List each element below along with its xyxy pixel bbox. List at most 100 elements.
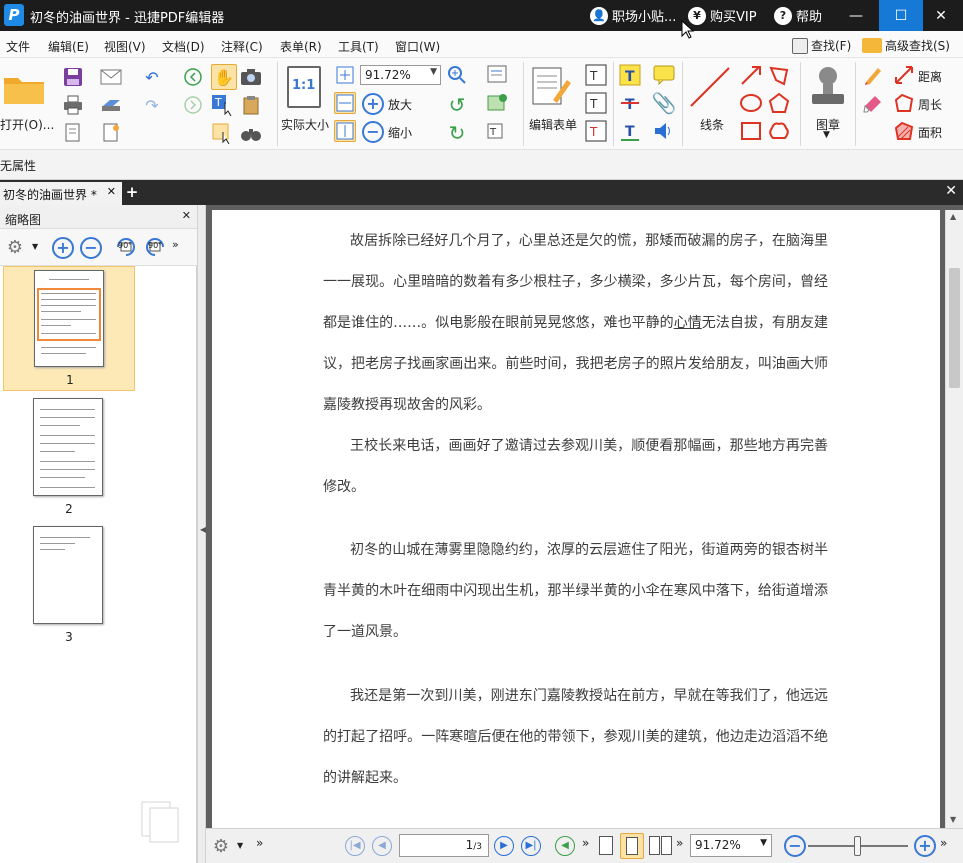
select-object-icon[interactable] (211, 122, 233, 144)
form-field-red-icon[interactable]: T (585, 120, 607, 142)
zoom-out-icon[interactable]: − (362, 121, 384, 143)
chevron-down-icon[interactable]: ▼ (237, 841, 243, 850)
zoom-select[interactable]: 91.72% ▼ (360, 65, 441, 85)
minimize-button[interactable]: — (834, 0, 878, 31)
zoom-out-icon[interactable]: − (784, 835, 806, 857)
zoom-select-bottom[interactable]: 91.72% ▼ (690, 834, 772, 857)
scroll-down-arrow-icon[interactable]: ▼ (950, 815, 956, 824)
rectangle-tool-icon[interactable] (740, 120, 762, 142)
single-page-view-icon[interactable] (599, 836, 613, 855)
first-page-button[interactable]: |◀ (345, 836, 365, 856)
buy-vip-button[interactable]: ¥ 购买VIP (688, 6, 757, 25)
menu-comment[interactable]: 注释(C) (221, 38, 263, 55)
actual-size-label[interactable]: 实际大小 (281, 116, 329, 133)
more-chevron-icon[interactable]: » (172, 238, 179, 251)
area-label[interactable]: 面积 (918, 124, 942, 141)
page-number-input[interactable]: 1/3 (399, 834, 489, 857)
rotate-left-90-icon[interactable]: 90° (114, 235, 138, 259)
distance-measure-icon[interactable] (893, 64, 915, 86)
menu-window[interactable]: 窗口(W) (395, 38, 440, 55)
zoom-in-label[interactable]: 放大 (388, 96, 412, 113)
new-document-icon[interactable] (100, 122, 122, 144)
redo-icon[interactable]: ↷ (141, 94, 163, 116)
add-image-icon[interactable] (487, 92, 509, 114)
vertical-scrollbar[interactable]: ▲ ▼ (945, 210, 963, 828)
select-text-icon[interactable]: T (211, 94, 233, 116)
cloud-shape-tool-icon[interactable] (768, 120, 790, 142)
enlarge-thumbnail-icon[interactable]: + (52, 237, 74, 259)
close-window-button[interactable]: ✕ (919, 0, 963, 31)
fit-visible-icon[interactable] (334, 120, 356, 142)
pdf-page[interactable]: 故居拆除已经好几个月了，心里总还是欠的慌，那矮而破漏的房子，在脑海里一一展现。心… (212, 210, 940, 828)
rotate-right-icon[interactable]: ↻ (446, 121, 468, 145)
zoom-in-icon[interactable]: + (362, 93, 384, 115)
facing-pages-view-icon[interactable] (649, 836, 673, 855)
zoom-out-label[interactable]: 缩小 (388, 124, 412, 141)
new-tab-plus-icon[interactable]: + (124, 184, 140, 200)
form-text-field-icon[interactable]: T (585, 64, 607, 86)
help-button[interactable]: ? 帮助 (774, 6, 822, 25)
paste-icon[interactable] (240, 94, 262, 116)
menu-edit[interactable]: 编辑(E) (48, 38, 89, 55)
sound-icon[interactable] (653, 120, 675, 142)
menu-form[interactable]: 表单(R) (280, 38, 322, 55)
continuous-page-view-icon[interactable] (620, 833, 644, 859)
arrow-tool-icon[interactable] (740, 64, 762, 86)
menu-view[interactable]: 视图(V) (104, 38, 146, 55)
previous-page-button[interactable]: ◀ (372, 836, 392, 856)
close-panel-icon[interactable]: ✕ (182, 209, 191, 222)
export-icon[interactable] (62, 122, 84, 144)
zoom-slider-handle[interactable] (854, 836, 861, 856)
snapshot-camera-icon[interactable] (240, 66, 262, 88)
attachment-paperclip-icon[interactable]: 📎 (652, 91, 677, 115)
more-chevron-icon[interactable]: » (940, 836, 947, 850)
distance-label[interactable]: 距离 (918, 68, 942, 85)
go-back-button[interactable]: ◀ (555, 836, 575, 856)
menu-document[interactable]: 文档(D) (162, 38, 205, 55)
more-chevron-icon[interactable]: » (256, 836, 263, 850)
perimeter-label[interactable]: 周长 (918, 96, 942, 113)
hand-tool-icon[interactable]: ✋ (211, 64, 237, 90)
save-icon[interactable] (62, 66, 84, 88)
rotate-left-icon[interactable]: ↺ (446, 93, 468, 117)
next-page-button[interactable]: ▶ (494, 836, 514, 856)
form-text-field-alt-icon[interactable]: T (585, 92, 607, 114)
open-label[interactable]: 打开(O)... (0, 116, 54, 133)
chevron-down-icon[interactable]: ▼ (32, 242, 38, 251)
panel-splitter[interactable]: ◀ (197, 205, 206, 863)
edit-form-icon[interactable] (531, 66, 571, 108)
eraser-icon[interactable] (862, 92, 884, 114)
workplace-tips-button[interactable]: 👤 职场小贴... (590, 6, 676, 25)
add-text-icon[interactable]: T (487, 120, 509, 142)
email-icon[interactable] (100, 66, 122, 88)
back-icon[interactable] (182, 66, 204, 88)
menu-file[interactable]: 文件 (6, 38, 30, 55)
zoom-in-magnifier-icon[interactable] (446, 64, 468, 86)
ellipse-tool-icon[interactable] (740, 92, 762, 114)
pencil-icon[interactable] (862, 64, 884, 86)
zoom-in-icon[interactable]: + (914, 835, 936, 857)
actual-size-icon[interactable]: 1:1 (287, 66, 321, 108)
edit-form-label[interactable]: 编辑表单 (529, 116, 577, 133)
perimeter-measure-icon[interactable] (893, 92, 915, 114)
underline-text-icon[interactable]: T (619, 120, 641, 142)
forward-icon[interactable] (182, 94, 204, 116)
highlight-text-icon[interactable]: T (619, 64, 641, 86)
document-view[interactable]: 故居拆除已经好几个月了，心里总还是欠的慌，那矮而破漏的房子，在脑海里一一展现。心… (206, 205, 963, 828)
open-folder-icon[interactable] (2, 70, 48, 106)
shrink-thumbnail-icon[interactable]: − (80, 237, 102, 259)
binoculars-icon[interactable] (240, 122, 262, 144)
stamp-dropdown-icon[interactable]: ▼ (823, 130, 830, 140)
fit-page-icon[interactable] (334, 64, 356, 86)
note-comment-icon[interactable] (653, 64, 675, 86)
more-chevron-icon[interactable]: » (676, 836, 683, 850)
polygon-tool-icon[interactable] (768, 64, 790, 86)
advanced-find-button[interactable]: 高级查找(S) (862, 37, 950, 54)
more-chevron-icon[interactable]: » (582, 836, 589, 850)
menu-tools[interactable]: 工具(T) (338, 38, 379, 55)
close-tab-icon[interactable]: ✕ (107, 185, 116, 198)
undo-icon[interactable]: ↶ (141, 66, 163, 88)
scroll-up-arrow-icon[interactable]: ▲ (950, 212, 956, 221)
thumbnail-page-2[interactable]: 2 (3, 394, 135, 520)
settings-gear-icon[interactable]: ⚙ (210, 835, 232, 857)
